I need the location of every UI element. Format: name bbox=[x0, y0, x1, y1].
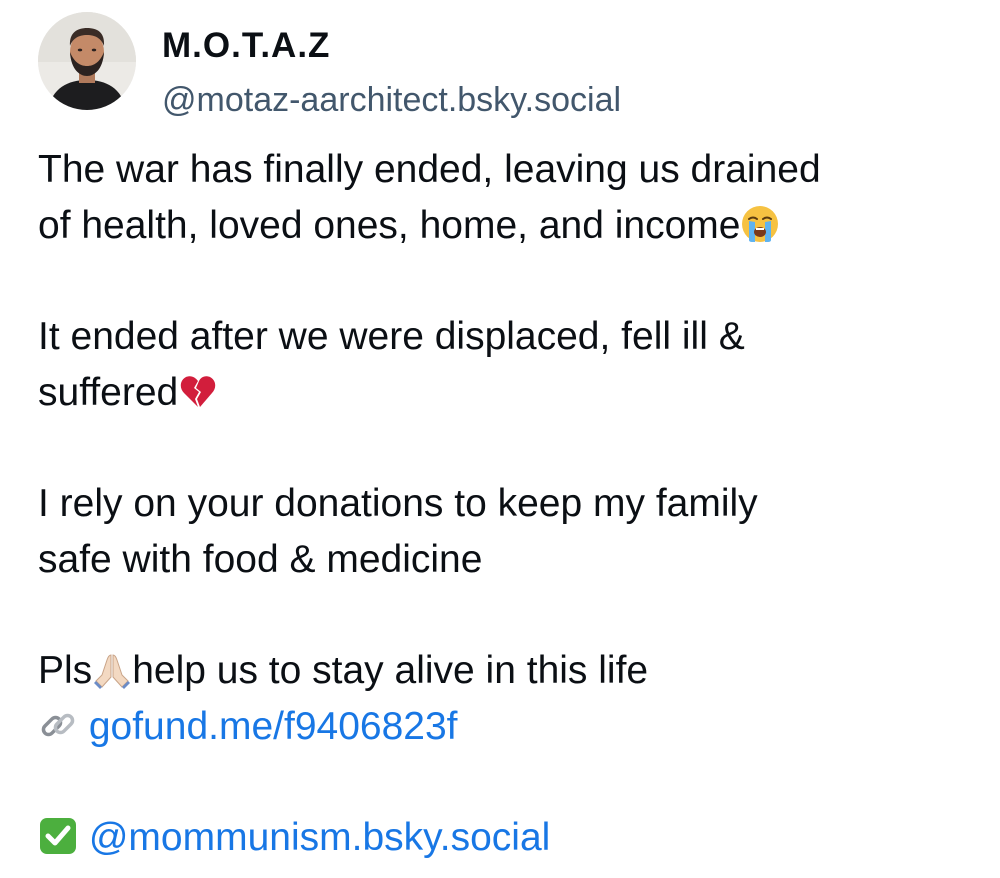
paragraph-3-line-2: safe with food & medicine bbox=[38, 538, 483, 581]
paragraph-1: The war has finally ended, leaving us dr… bbox=[38, 142, 978, 254]
author-display-name[interactable]: M.O.T.A.Z bbox=[162, 24, 330, 68]
broken-heart-icon bbox=[178, 371, 218, 411]
paragraph-1-line-1: The war has finally ended, leaving us dr… bbox=[38, 148, 821, 191]
paragraph-4-line-1-start: Pls bbox=[38, 649, 93, 692]
paragraph-2-line-2-text: suffered bbox=[38, 371, 179, 414]
paragraph-4-line-1: Pls help us to stay alive in this life bbox=[38, 643, 978, 699]
avatar[interactable] bbox=[38, 12, 136, 110]
avatar-image bbox=[38, 12, 136, 110]
paragraph-3-line-1: I rely on your donations to keep my fami… bbox=[38, 482, 758, 525]
paragraph-1-line-2-text: of health, loved ones, home, and income bbox=[38, 204, 741, 247]
paragraph-2-line-1: It ended after we were displaced, fell i… bbox=[38, 315, 745, 358]
check-mark-button-icon bbox=[38, 816, 78, 856]
post: M.O.T.A.Z @motaz-aarchitect.bsky.social … bbox=[0, 0, 1000, 878]
paragraph-4: Pls help us to stay alive in this life g… bbox=[38, 643, 978, 755]
paragraph-5-line-1: @mommunism.bsky.social bbox=[38, 810, 978, 866]
post-text: The war has finally ended, leaving us dr… bbox=[38, 142, 978, 866]
paragraph-1-line-2: of health, loved ones, home, and income bbox=[38, 198, 978, 254]
post-header: M.O.T.A.Z @motaz-aarchitect.bsky.social bbox=[38, 12, 978, 119]
loudly-crying-face-icon bbox=[740, 204, 780, 244]
paragraph-4-line-2: gofund.me/f9406823f bbox=[38, 699, 978, 755]
paragraph-3: I rely on your donations to keep my fami… bbox=[38, 476, 978, 588]
gofundme-link[interactable]: gofund.me/f9406823f bbox=[89, 705, 458, 748]
paragraph-2: It ended after we were displaced, fell i… bbox=[38, 309, 978, 421]
link-icon bbox=[38, 705, 78, 745]
paragraph-5: @mommunism.bsky.social bbox=[38, 810, 978, 866]
folded-hands-icon bbox=[92, 649, 132, 689]
paragraph-4-line-1-end: help us to stay alive in this life bbox=[132, 649, 649, 692]
mention-link[interactable]: @mommunism.bsky.social bbox=[89, 816, 550, 859]
author-handle[interactable]: @motaz-aarchitect.bsky.social bbox=[162, 80, 621, 120]
paragraph-2-line-2: suffered bbox=[38, 365, 978, 421]
